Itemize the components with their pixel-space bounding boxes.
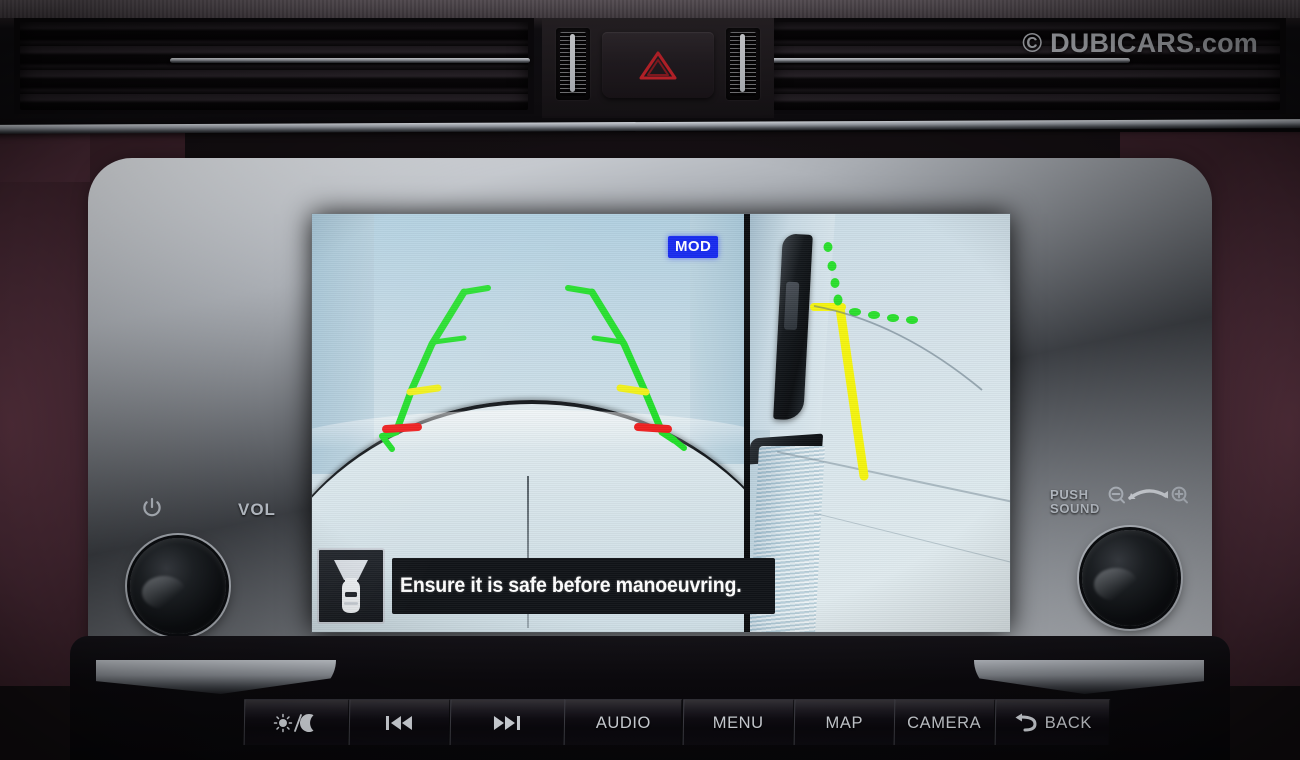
tune-scroll-knob[interactable] <box>1082 530 1178 626</box>
mod-moving-object-detection-badge[interactable]: MOD <box>668 236 719 258</box>
safety-warning-bar: Ensure it is safe before manoeuvring. <box>317 546 776 626</box>
power-icon <box>143 497 161 517</box>
dash-top-texture <box>0 0 1300 18</box>
infotainment-display[interactable]: MOD Ensure it is safe before manoeuvring… <box>312 214 1010 632</box>
day-night-button[interactable] <box>243 699 350 745</box>
menu-button-label: MENU <box>712 712 764 732</box>
map-button-label: MAP <box>825 712 863 732</box>
vent-louvers-right <box>772 22 1280 110</box>
next-track-button[interactable] <box>449 699 565 745</box>
previous-track-button[interactable] <box>348 699 451 745</box>
next-track-icon <box>494 715 521 730</box>
hardware-button-bar: AUDIO MENU MAP CAMERA BACK <box>243 699 1111 745</box>
hazard-button-cluster <box>542 18 774 118</box>
push-sound-line1: PUSH <box>1050 487 1089 502</box>
guideline-right <box>565 285 687 451</box>
guideline-left-near-marker <box>382 423 422 433</box>
hazard-warning-icon <box>639 51 677 80</box>
zoom-in-icon <box>1171 486 1188 504</box>
menu-button[interactable]: MENU <box>682 699 794 745</box>
guideline-right-near-marker <box>634 423 672 433</box>
safety-warning-text-box: Ensure it is safe before manoeuvring. <box>392 558 776 614</box>
back-button[interactable]: BACK <box>995 699 1111 745</box>
audio-button[interactable]: AUDIO <box>563 699 684 745</box>
car-rear-camera-icon <box>334 560 368 613</box>
side-parking-guidelines <box>810 242 983 481</box>
audio-button-label: AUDIO <box>596 712 652 732</box>
map-button[interactable]: MAP <box>793 699 895 745</box>
dashboard-vent-bar <box>0 0 1300 132</box>
zoom-out-icon <box>1108 486 1125 504</box>
vent-chrome-strip-right <box>770 58 1130 63</box>
safety-warning-text: Ensure it is safe before manoeuvring. <box>400 574 742 597</box>
dashboard-photo: MOD Ensure it is safe before manoeuvring… <box>0 0 1300 760</box>
vent-louvers-left <box>20 22 528 110</box>
vent-slider-right[interactable] <box>726 28 760 100</box>
guideline-left-mid-marker <box>406 384 442 396</box>
push-sound-label: PUSH SOUND <box>1050 488 1100 516</box>
vent-slider-left[interactable] <box>556 28 590 100</box>
push-sound-line2: SOUND <box>1050 501 1100 516</box>
volume-label: VOL <box>238 500 276 519</box>
zoom-control-icons <box>1108 486 1188 504</box>
air-vent-right[interactable] <box>766 18 1286 114</box>
sun-moon-icon <box>274 713 314 732</box>
rear-camera-warning-icon-box <box>317 548 385 624</box>
guideline-right-mid-marker <box>616 384 650 396</box>
guideline-left <box>379 285 491 452</box>
air-vent-left[interactable] <box>14 18 534 114</box>
volume-power-knob[interactable] <box>130 538 226 634</box>
side-curb-camera-pane[interactable] <box>750 214 1010 632</box>
curb-guideline-yellow <box>810 303 869 481</box>
back-arrow-icon <box>1015 713 1037 731</box>
hazard-warning-button[interactable] <box>602 32 714 98</box>
back-button-label: BACK <box>1045 712 1093 732</box>
curved-arrow-icon <box>1128 489 1168 500</box>
camera-button[interactable]: CAMERA <box>894 699 996 745</box>
vent-chrome-strip-left <box>170 58 530 63</box>
previous-track-icon <box>386 715 413 730</box>
camera-button-label: CAMERA <box>907 712 982 732</box>
